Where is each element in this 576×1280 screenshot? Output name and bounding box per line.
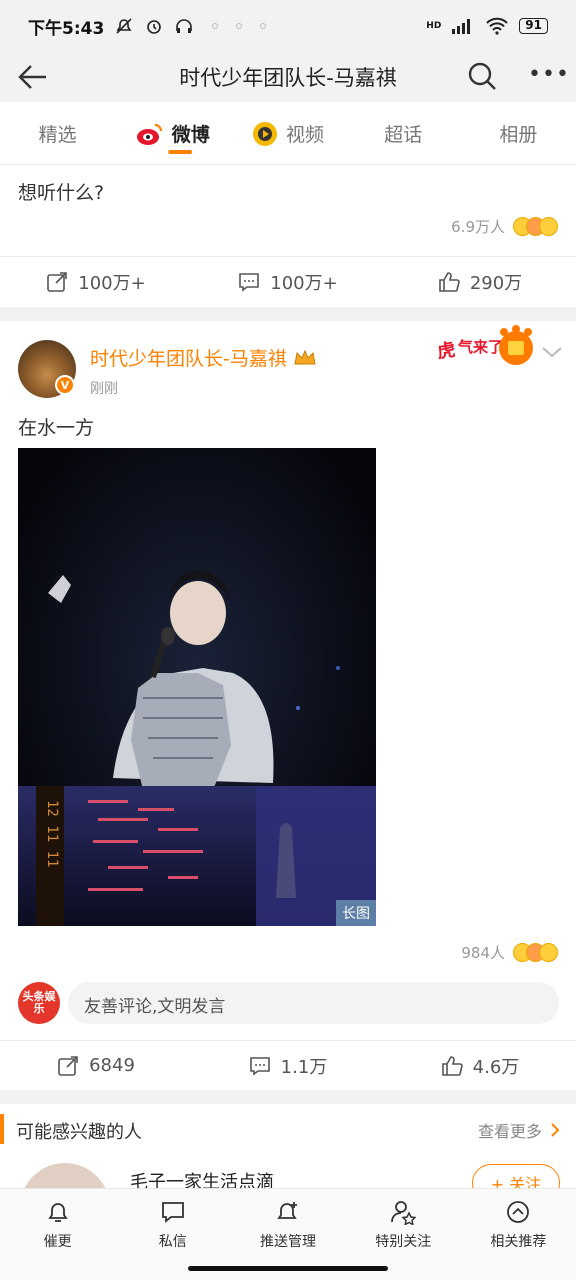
bell-icon bbox=[47, 1203, 68, 1222]
recommend-title: 可能感兴趣的人 bbox=[16, 1122, 142, 1143]
more-options-icon[interactable]: ••• bbox=[528, 62, 570, 87]
comment-icon bbox=[239, 272, 260, 292]
see-more-link[interactable]: 查看更多 bbox=[478, 1118, 560, 1142]
alarm-icon bbox=[147, 20, 162, 34]
comment-input[interactable]: 友善评论,文明发言 bbox=[68, 982, 559, 1024]
repost-button[interactable]: 6849 bbox=[0, 1041, 192, 1090]
tab-label: 超话 bbox=[384, 124, 423, 146]
thumbs-up-icon bbox=[441, 1055, 463, 1076]
status-bar: 下午5:43 HD 91 bbox=[0, 0, 576, 52]
reaction-emojis bbox=[513, 943, 558, 962]
search-icon[interactable] bbox=[466, 60, 498, 92]
profile-tabs: 精选 微博 视频 超话 相册 bbox=[0, 103, 576, 165]
reaction-count: 984人 bbox=[461, 944, 505, 962]
comment-button[interactable]: 1.1万 bbox=[192, 1041, 384, 1090]
status-right: HD 91 bbox=[426, 17, 548, 35]
svg-text:12 11 11: 12 11 11 bbox=[44, 800, 60, 867]
headphones-icon bbox=[176, 19, 193, 33]
svg-text:虎: 虎 bbox=[436, 339, 457, 363]
long-image-tag: 长图 bbox=[336, 900, 376, 926]
repost-count: 6849 bbox=[89, 1055, 135, 1076]
comment-button[interactable]: 100万+ bbox=[192, 257, 384, 306]
wifi-icon bbox=[486, 17, 509, 35]
mute-icon bbox=[116, 18, 132, 34]
video-icon bbox=[253, 121, 277, 146]
network-label: HD bbox=[426, 21, 442, 31]
section-divider bbox=[0, 307, 576, 321]
related-recommend-button[interactable]: 相关推荐 bbox=[461, 1189, 576, 1280]
post-actions: 100万+ 100万+ 290万 bbox=[0, 256, 576, 306]
toolbar-label: 私信 bbox=[158, 1234, 187, 1250]
concert-photo: 12 11 11 bbox=[18, 448, 376, 926]
post-actions: 6849 1.1万 4.6万 bbox=[0, 1040, 576, 1090]
comment-count: 100万+ bbox=[270, 272, 338, 294]
see-more-label: 查看更多 bbox=[477, 1122, 542, 1141]
tab-label: 相册 bbox=[499, 124, 538, 146]
like-count: 4.6万 bbox=[472, 1056, 520, 1078]
nav-bar: 时代少年团队长-马嘉祺 ••• bbox=[0, 52, 576, 102]
repost-button[interactable]: 100万+ bbox=[0, 257, 192, 306]
emoji-icon bbox=[539, 943, 558, 962]
reaction-summary[interactable]: 984人 bbox=[461, 942, 558, 963]
tab-label: 精选 bbox=[38, 124, 77, 146]
tab-label: 微博 bbox=[171, 124, 210, 146]
push-bell-icon bbox=[277, 1202, 297, 1219]
like-count: 290万 bbox=[469, 272, 523, 294]
commenter-logo[interactable]: 头条娱乐 bbox=[18, 982, 60, 1024]
svg-text:气来了: 气来了 bbox=[457, 338, 503, 356]
post-text: 在水一方 bbox=[18, 417, 95, 439]
urge-update-button[interactable]: 催更 bbox=[0, 1189, 115, 1280]
toolbar-label: 推送管理 bbox=[260, 1234, 316, 1250]
emoji-icon bbox=[539, 217, 558, 236]
reaction-count: 6.9万人 bbox=[451, 218, 505, 236]
like-button[interactable]: 4.6万 bbox=[384, 1041, 576, 1090]
tiger-sticker-icon: 虎 气来了 bbox=[436, 325, 533, 365]
chevron-down-icon[interactable] bbox=[540, 344, 564, 360]
status-icons bbox=[114, 16, 194, 36]
post-image[interactable]: 12 11 11 长图 bbox=[18, 448, 376, 926]
comment-icon bbox=[249, 1056, 270, 1076]
accent-bar bbox=[0, 1114, 4, 1144]
verified-badge-icon: V bbox=[55, 375, 75, 395]
tab-supertopic[interactable]: 超话 bbox=[346, 103, 461, 164]
repost-icon bbox=[58, 1055, 78, 1076]
recommend-icon bbox=[507, 1201, 530, 1223]
comment-count: 1.1万 bbox=[280, 1056, 328, 1078]
tab-weibo[interactable]: 微博 bbox=[115, 103, 230, 164]
signal-icon bbox=[452, 19, 471, 34]
status-time: 下午5:43 bbox=[28, 18, 105, 39]
special-follow-icon bbox=[391, 1201, 417, 1225]
tab-video[interactable]: 视频 bbox=[230, 103, 345, 164]
repost-count: 100万+ bbox=[78, 272, 146, 294]
toolbar-label: 特别关注 bbox=[375, 1234, 432, 1250]
weibo-logo-icon bbox=[136, 123, 162, 145]
chevron-right-icon bbox=[551, 1123, 560, 1137]
home-indicator[interactable] bbox=[188, 1266, 388, 1271]
crown-icon bbox=[294, 349, 316, 364]
repost-icon bbox=[47, 271, 68, 292]
thumbs-up-icon bbox=[439, 271, 460, 292]
toolbar-label: 催更 bbox=[43, 1234, 72, 1250]
back-arrow-icon[interactable] bbox=[16, 60, 50, 94]
tab-label: 视频 bbox=[286, 124, 325, 146]
status-dots bbox=[212, 23, 267, 29]
section-divider bbox=[0, 1090, 576, 1104]
tab-featured[interactable]: 精选 bbox=[0, 103, 115, 164]
recommend-header: 可能感兴趣的人 查看更多 bbox=[0, 1104, 576, 1152]
message-icon bbox=[161, 1202, 184, 1223]
tab-album[interactable]: 相册 bbox=[461, 103, 576, 164]
author-name-text: 时代少年团队长-马嘉祺 bbox=[90, 348, 287, 370]
author-name[interactable]: 时代少年团队长-马嘉祺 bbox=[90, 344, 317, 371]
reaction-emojis bbox=[513, 217, 558, 236]
reaction-summary[interactable]: 6.9万人 bbox=[451, 216, 558, 237]
post-time: 刚刚 bbox=[90, 381, 118, 397]
battery-indicator: 91 bbox=[519, 18, 548, 34]
post-text: 想听什么? bbox=[18, 182, 105, 204]
like-button[interactable]: 290万 bbox=[384, 257, 576, 306]
toolbar-label: 相关推荐 bbox=[490, 1234, 547, 1250]
